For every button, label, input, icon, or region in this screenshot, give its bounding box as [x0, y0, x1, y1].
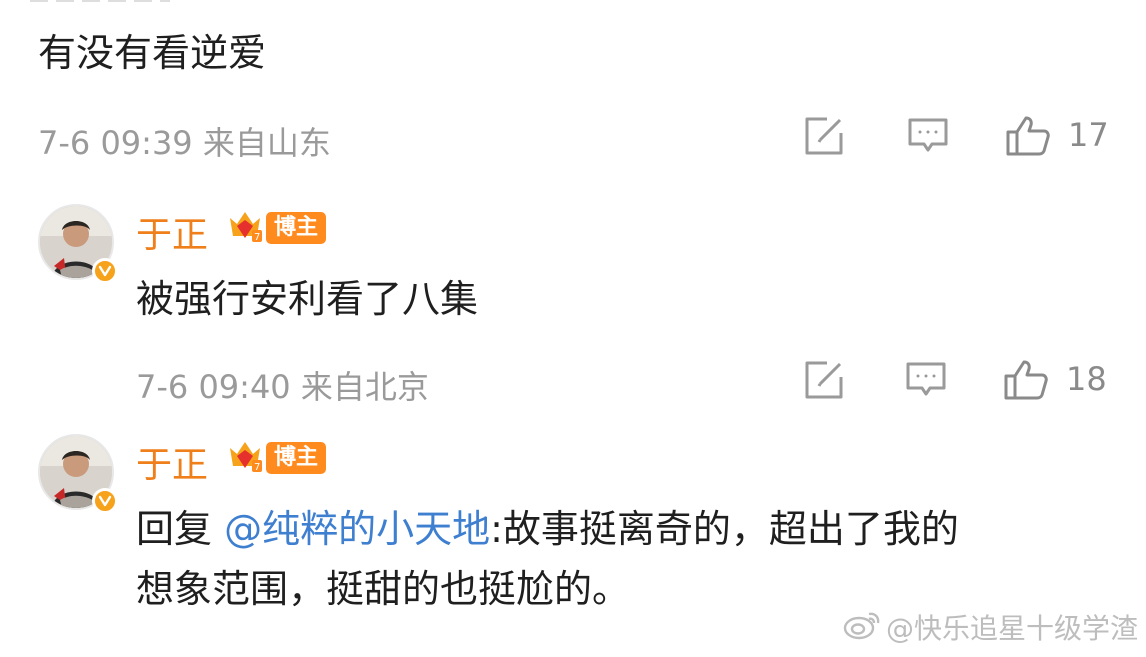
like-icon[interactable] — [1002, 358, 1050, 402]
cropped-previous-line — [30, 0, 170, 2]
reply-text-line-1: 回复 @纯粹的小天地:故事挺离奇的，超出了我的 — [136, 506, 959, 554]
reply-meta: 7-6 09:40 来自北京 — [136, 362, 429, 408]
svg-text:7: 7 — [254, 232, 260, 243]
verified-v-icon — [92, 488, 118, 514]
comment-time: 7-6 09:39 — [38, 124, 193, 162]
comment-text: 有没有看逆爱 — [38, 31, 267, 75]
reply-time: 7-6 09:40 — [136, 368, 291, 406]
watermark: @快乐追星十级学渣 — [842, 607, 1138, 647]
blogger-badge: 7 博主 — [226, 438, 327, 478]
reply-text-line-2: 想象范围，挺甜的也挺尬的。 — [136, 567, 631, 611]
avatar[interactable] — [38, 434, 118, 514]
weibo-comment-thread: 有没有看逆爱 7-6 09:39 来自山东 17 于正 7 博主 被强行安利看了… — [0, 0, 1146, 657]
edit-icon[interactable] — [802, 358, 846, 402]
edit-icon[interactable] — [802, 114, 846, 158]
username[interactable]: 于正 — [136, 206, 208, 258]
svg-text:7: 7 — [254, 462, 260, 473]
like-count: 18 — [1066, 360, 1107, 398]
mention-link[interactable]: @纯粹的小天地 — [224, 507, 490, 551]
crown-icon: 7 — [226, 208, 264, 248]
verified-v-icon — [92, 258, 118, 284]
watermark-text: @快乐追星十级学渣 — [885, 612, 1138, 645]
badge-label: 博主 — [266, 442, 327, 474]
badge-label: 博主 — [266, 212, 327, 244]
comment-meta: 7-6 09:39 来自山东 — [38, 118, 331, 164]
reply-location: 来自北京 — [300, 368, 429, 406]
blogger-badge: 7 博主 — [226, 208, 327, 248]
reply-body-1: :故事挺离奇的，超出了我的 — [490, 507, 959, 551]
reply-actions: 18 — [802, 358, 1122, 408]
comment-actions: 17 — [802, 114, 1122, 164]
weibo-logo-icon — [842, 608, 882, 647]
username[interactable]: 于正 — [136, 436, 208, 488]
reply-prefix: 回复 — [136, 507, 213, 551]
like-icon[interactable] — [1004, 114, 1052, 158]
comment-location: 来自山东 — [202, 124, 331, 162]
comment-icon[interactable] — [906, 114, 950, 158]
reply-text: 被强行安利看了八集 — [136, 277, 479, 321]
crown-icon: 7 — [226, 438, 264, 478]
comment-icon[interactable] — [904, 358, 948, 402]
avatar[interactable] — [38, 204, 118, 284]
like-count: 17 — [1068, 116, 1109, 154]
